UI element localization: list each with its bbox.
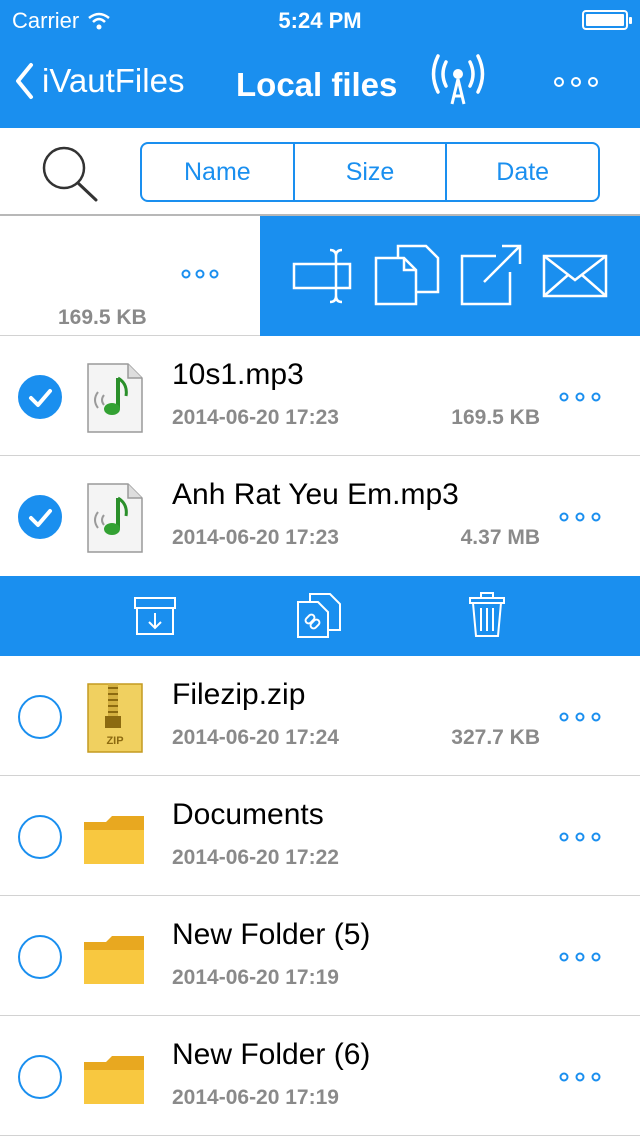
sort-by-name-button[interactable]: Name [142, 144, 295, 200]
open-in-icon[interactable] [456, 242, 526, 308]
row-more-icon[interactable] [556, 1066, 604, 1088]
back-button[interactable]: iVautFiles [14, 62, 184, 100]
swiped-file-row[interactable]: 169.5 KB [0, 216, 640, 336]
file-size: 4.37 MB [460, 526, 540, 549]
file-name: Filezip.zip [172, 678, 306, 711]
checkmark-icon [29, 509, 52, 527]
file-row[interactable]: New Folder (5) 2014-06-20 17:19 [0, 896, 640, 1016]
selection-checkbox[interactable] [18, 815, 62, 859]
row-more-icon[interactable] [556, 946, 604, 968]
sort-bar: Name Size Date [0, 128, 640, 216]
file-date: 2014-06-20 17:19 [172, 1086, 339, 1109]
file-row[interactable]: 10s1.mp3 2014-06-20 17:23 169.5 KB [0, 336, 640, 456]
file-size: 327.7 KB [451, 726, 540, 749]
selection-checkbox[interactable] [18, 695, 62, 739]
zip-file-icon: ZIP [87, 683, 143, 753]
file-date: 2014-06-20 17:19 [172, 966, 339, 989]
status-bar: Carrier 5:24 PM [0, 0, 640, 40]
sort-by-size-button[interactable]: Size [295, 144, 448, 200]
page-title: Local files [236, 66, 398, 103]
rename-icon[interactable] [290, 242, 360, 308]
file-row[interactable]: Anh Rat Yeu Em.mp3 2014-06-20 17:23 4.37… [0, 456, 640, 576]
file-date: 2014-06-20 17:24 [172, 726, 339, 749]
copy-icon[interactable] [372, 242, 442, 308]
selection-toolbar [0, 576, 640, 656]
battery-icon [582, 10, 632, 30]
file-date: 2014-06-20 17:22 [172, 846, 339, 869]
top-bar: Carrier 5:24 PM iVautFiles Local files [0, 0, 640, 128]
file-size: 169.5 KB [58, 306, 147, 329]
file-row[interactable]: Documents 2014-06-20 17:22 [0, 776, 640, 896]
file-name: 10s1.mp3 [172, 358, 304, 391]
move-to-folder-icon[interactable] [132, 592, 178, 638]
mail-icon[interactable] [540, 242, 610, 308]
back-label: iVautFiles [42, 62, 185, 99]
checkmark-icon [29, 389, 52, 407]
folder-icon [84, 936, 144, 984]
row-more-icon[interactable] [556, 506, 604, 528]
folder-icon [84, 816, 144, 864]
wifi-transfer-icon[interactable] [428, 52, 488, 108]
audio-file-icon [87, 483, 143, 553]
svg-text:ZIP: ZIP [106, 735, 123, 747]
file-row[interactable]: New Folder (6) 2014-06-20 17:19 [0, 1016, 640, 1136]
search-icon[interactable] [38, 144, 104, 204]
file-name: New Folder (6) [172, 1038, 371, 1071]
folder-icon [84, 1056, 144, 1104]
row-more-icon[interactable] [556, 706, 604, 728]
trash-icon[interactable] [464, 592, 510, 638]
link-icon[interactable] [296, 592, 342, 638]
back-chevron-icon [16, 63, 33, 99]
file-date: 2014-06-20 17:23 [172, 406, 339, 429]
row-more-icon[interactable] [556, 386, 604, 408]
file-date: 2014-06-20 17:23 [172, 526, 339, 549]
more-icon[interactable] [550, 70, 602, 94]
selection-checkbox[interactable] [18, 495, 62, 539]
selection-checkbox[interactable] [18, 375, 62, 419]
file-size: 169.5 KB [451, 406, 540, 429]
file-name: New Folder (5) [172, 918, 371, 951]
file-name: Documents [172, 798, 324, 831]
file-name: Anh Rat Yeu Em.mp3 [172, 478, 459, 511]
sort-by-date-button[interactable]: Date [447, 144, 598, 200]
row-more-icon[interactable] [556, 826, 604, 848]
status-time: 5:24 PM [278, 8, 362, 33]
swipe-action-panel [260, 216, 640, 336]
selection-checkbox[interactable] [18, 1055, 62, 1099]
audio-file-icon [87, 363, 143, 433]
navigation-bar: iVautFiles Local files [0, 40, 640, 128]
selection-checkbox[interactable] [18, 935, 62, 979]
sort-segmented-control: Name Size Date [140, 142, 600, 202]
row-more-icon[interactable] [178, 264, 222, 284]
file-row[interactable]: ZIP Filezip.zip 2014-06-20 17:24 327.7 K… [0, 656, 640, 776]
